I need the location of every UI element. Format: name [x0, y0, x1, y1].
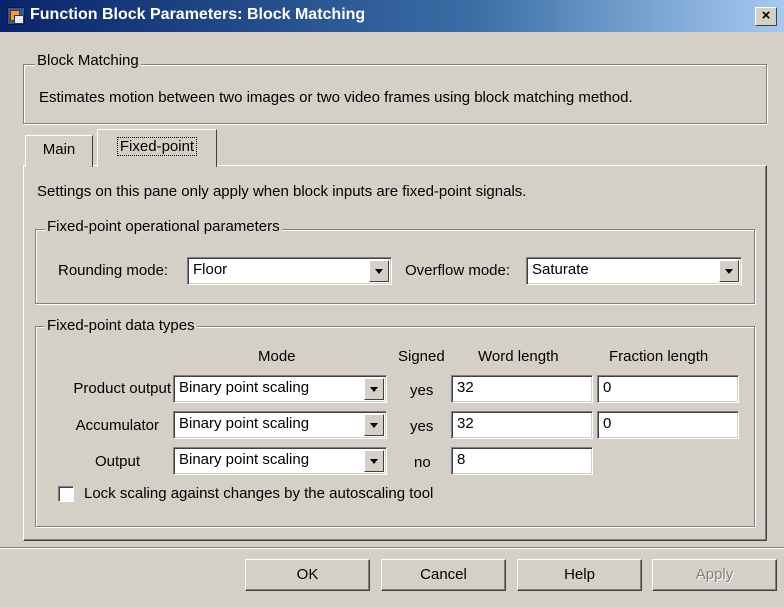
- accumulator-word-length-input[interactable]: 32: [451, 411, 593, 439]
- chevron-down-icon[interactable]: [719, 260, 739, 282]
- accumulator-mode-select[interactable]: Binary point scaling: [173, 411, 387, 439]
- simulink-block-icon[interactable]: [7, 7, 25, 25]
- product-output-word-length-input[interactable]: 32: [451, 375, 593, 403]
- tab-fixed-point-label: Fixed-point: [116, 137, 198, 156]
- footer-separator: [0, 547, 784, 549]
- output-mode-value: Binary point scaling: [179, 451, 310, 468]
- rounding-mode-value: Floor: [193, 261, 228, 278]
- tab-fixed-point[interactable]: Fixed-point: [97, 129, 217, 167]
- header-mode: Mode: [258, 348, 296, 365]
- chevron-down-icon[interactable]: [364, 450, 384, 472]
- overflow-mode-select[interactable]: Saturate: [526, 257, 742, 285]
- lock-scaling-checkbox[interactable]: [58, 486, 74, 502]
- apply-button[interactable]: Apply: [652, 559, 777, 591]
- overflow-mode-value: Saturate: [532, 261, 589, 278]
- tab-main[interactable]: Main: [25, 135, 93, 167]
- chevron-down-icon[interactable]: [364, 414, 384, 436]
- lock-scaling-label[interactable]: Lock scaling against changes by the auto…: [84, 485, 433, 502]
- description-group-label: Block Matching: [35, 52, 141, 69]
- output-word-length-input[interactable]: 8: [451, 447, 593, 475]
- accumulator-fraction-length-input[interactable]: 0: [597, 411, 739, 439]
- close-button[interactable]: ×: [755, 7, 777, 26]
- tab-main-label: Main: [42, 141, 76, 158]
- operational-params-label: Fixed-point operational parameters: [45, 218, 282, 235]
- product-output-mode-value: Binary point scaling: [179, 379, 310, 396]
- ok-button[interactable]: OK: [245, 559, 370, 591]
- product-output-mode-select[interactable]: Binary point scaling: [173, 375, 387, 403]
- block-description: Estimates motion between two images or t…: [39, 89, 633, 106]
- data-types-label: Fixed-point data types: [45, 317, 197, 334]
- accumulator-signed: yes: [410, 418, 434, 435]
- overflow-mode-label: Overflow mode:: [405, 262, 511, 279]
- title-bar: Function Block Parameters: Block Matchin…: [0, 0, 784, 32]
- chevron-down-icon[interactable]: [369, 260, 389, 282]
- row-label-accumulator: Accumulator: [75, 417, 159, 434]
- product-output-fraction-length-input[interactable]: 0: [597, 375, 739, 403]
- window-title: Function Block Parameters: Block Matchin…: [30, 6, 366, 23]
- pane-info-text: Settings on this pane only apply when bl…: [37, 183, 527, 200]
- product-output-signed: yes: [410, 382, 434, 399]
- header-signed: Signed: [398, 348, 445, 365]
- rounding-mode-select[interactable]: Floor: [187, 257, 392, 285]
- close-icon: ×: [761, 7, 771, 24]
- accumulator-mode-value: Binary point scaling: [179, 415, 310, 432]
- cancel-button[interactable]: Cancel: [381, 559, 506, 591]
- output-mode-select[interactable]: Binary point scaling: [173, 447, 387, 475]
- help-button[interactable]: Help: [517, 559, 642, 591]
- row-label-output: Output: [94, 453, 140, 470]
- header-word-length: Word length: [478, 348, 559, 365]
- row-label-product-output: Product output: [73, 380, 171, 397]
- chevron-down-icon[interactable]: [364, 378, 384, 400]
- header-fraction-length: Fraction length: [609, 348, 709, 365]
- rounding-mode-label: Rounding mode:: [58, 262, 169, 279]
- output-signed: no: [414, 454, 431, 471]
